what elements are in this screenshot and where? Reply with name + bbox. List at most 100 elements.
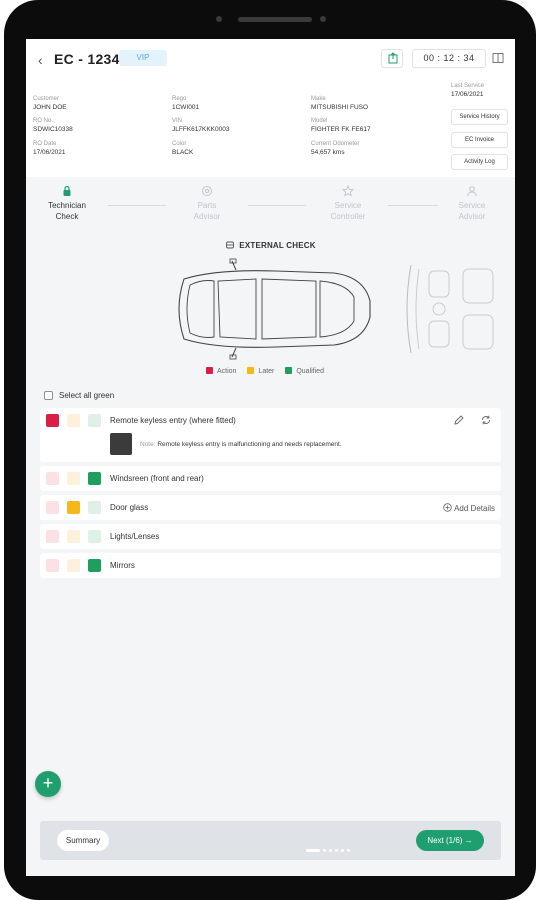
action-toggle[interactable] <box>46 501 59 514</box>
step-technician-check[interactable]: Technician Check <box>32 185 102 222</box>
check-label: Door glass <box>110 503 149 512</box>
split-view-icon[interactable] <box>492 52 504 64</box>
share-icon <box>388 52 398 64</box>
job-timer: 00 : 12 : 34 <box>412 49 486 68</box>
service-history-button[interactable]: Service History <box>451 109 508 125</box>
action-swatch <box>206 367 213 374</box>
check-label: Windsreen (front and rear) <box>110 474 204 483</box>
ro-date-info: RO Date 17/06/2021 <box>33 141 66 156</box>
vin-label: VIN <box>172 118 183 124</box>
select-all-green[interactable]: Select all green <box>44 391 114 400</box>
external-check-title: EXTERNAL CHECK <box>239 241 316 250</box>
qualified-toggle[interactable] <box>88 501 101 514</box>
select-all-checkbox[interactable] <box>44 391 53 400</box>
car-diagram[interactable] <box>166 257 376 361</box>
page-dot <box>323 849 326 852</box>
customer-info: Customer JOHN DOE <box>33 96 67 111</box>
later-toggle[interactable] <box>67 414 80 427</box>
plus-circle-icon <box>443 503 452 512</box>
action-toggle[interactable] <box>46 559 59 572</box>
action-toggle[interactable] <box>46 414 59 427</box>
summary-button[interactable]: Summary <box>57 830 109 851</box>
color-value: BLACK <box>172 149 194 156</box>
qualified-toggle[interactable] <box>88 472 101 485</box>
check-row: Door glass Add Details <box>40 495 501 520</box>
legend-action-label: Action <box>217 368 237 375</box>
vin-value: JLFFK617KKK0003 <box>172 126 230 133</box>
later-toggle[interactable] <box>67 472 80 485</box>
step-label: Parts <box>197 201 217 210</box>
step-label: Service <box>334 201 362 210</box>
action-toggle[interactable] <box>46 530 59 543</box>
later-toggle[interactable] <box>67 559 80 572</box>
check-row: Lights/Lenses <box>40 524 501 549</box>
ro-no-value: SDWIC10338 <box>33 126 73 133</box>
arrow-right-icon: → <box>464 836 473 845</box>
step-connector <box>388 205 438 206</box>
vin-info: VIN JLFFK617KKK0003 <box>172 118 229 133</box>
later-toggle[interactable] <box>67 501 80 514</box>
chevron-left-icon[interactable]: ‹ <box>38 52 43 68</box>
select-all-label: Select all green <box>59 391 115 400</box>
last-service-label: Last Service <box>451 83 485 89</box>
activity-log-button[interactable]: Activity Log <box>451 154 508 170</box>
legend-later: Later <box>247 367 274 375</box>
make-info: Make MITSUBISHI FUSO <box>311 96 368 111</box>
add-fab-button[interactable]: + <box>35 771 61 797</box>
color-label: Color <box>172 141 187 147</box>
color-info: Color BLACK <box>172 141 193 156</box>
legend-later-label: Later <box>258 368 275 375</box>
bottom-bar: Summary Next (1/6) → <box>40 821 501 860</box>
camera-dot <box>320 16 326 22</box>
page-dot <box>341 849 344 852</box>
last-service-value: 17/06/2021 <box>451 91 484 98</box>
photo-thumbnail[interactable] <box>110 433 132 455</box>
step-connector <box>108 205 166 206</box>
car-interior-diagram[interactable] <box>403 261 515 357</box>
odometer-label: Current Odometer <box>311 141 360 147</box>
rego-info: Rego 1CWI001 <box>172 96 199 111</box>
page-dot-active <box>306 849 320 852</box>
page-indicator <box>306 839 353 857</box>
page-title: EC - 12345 <box>54 51 128 67</box>
step-label: Technician <box>48 201 86 210</box>
user-icon <box>467 186 477 197</box>
star-icon <box>342 185 354 197</box>
customer-label: Customer <box>33 96 60 102</box>
qualified-toggle[interactable] <box>88 414 101 427</box>
qualified-toggle[interactable] <box>88 559 101 572</box>
share-button[interactable] <box>381 49 403 68</box>
step-parts-advisor[interactable]: Parts Advisor <box>172 185 242 222</box>
step-label: Advisor <box>458 212 486 221</box>
make-value: MITSUBISHI FUSO <box>311 104 369 111</box>
next-label: Next (1/6) <box>427 836 463 845</box>
make-label: Make <box>311 96 326 102</box>
vip-badge: VIP <box>119 50 167 66</box>
external-check-heading: EXTERNAL CHECK <box>26 240 515 250</box>
check-label: Remote keyless entry (where fitted) <box>110 416 236 425</box>
next-button[interactable]: Next (1/6) → <box>416 830 484 851</box>
refresh-icon[interactable] <box>480 414 492 426</box>
legend-qualified-label: Qualified <box>296 368 324 375</box>
qualified-toggle[interactable] <box>88 530 101 543</box>
step-label: Advisor <box>193 212 221 221</box>
ro-no-label: RO No. <box>33 118 54 124</box>
add-details-button[interactable]: Add Details <box>443 503 495 513</box>
status-legend: Action Later Qualified <box>206 367 333 375</box>
step-service-advisor[interactable]: Service Advisor <box>437 185 507 222</box>
model-info: Model FIGHTER FK FE617 <box>311 118 371 133</box>
check-row: Windsreen (front and rear) <box>40 466 501 491</box>
action-toggle[interactable] <box>46 472 59 485</box>
ec-invoice-button[interactable]: EC Invoice <box>451 132 508 148</box>
edit-icon[interactable] <box>453 414 465 426</box>
note-label: Note: <box>140 441 156 448</box>
step-label: Check <box>55 212 79 221</box>
car-seat-icon <box>226 241 235 249</box>
later-toggle[interactable] <box>67 530 80 543</box>
last-service-info: Last Service 17/06/2021 <box>451 83 484 98</box>
sensor-dot <box>216 16 222 22</box>
step-service-controller[interactable]: Service Controller <box>313 185 383 222</box>
gear-icon <box>202 186 212 196</box>
check-note: Note: Remote keyless entry is malfunctio… <box>140 441 342 448</box>
app-screen: ‹ EC - 12345 VIP 00 : 12 : 34 Customer J… <box>26 39 515 876</box>
